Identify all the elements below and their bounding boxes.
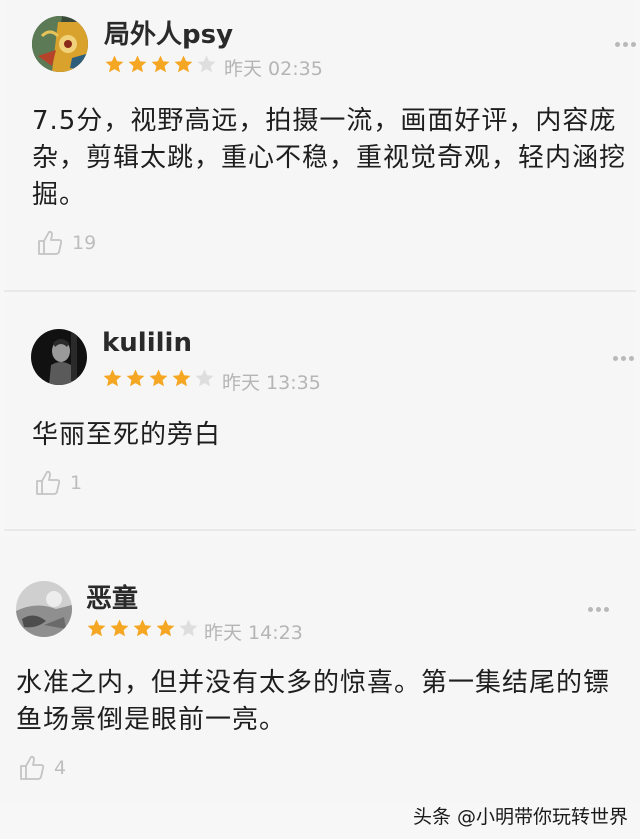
review-text-line: 水准之内，但并没有太多的惊喜。第一集结尾的镖: [16, 668, 611, 698]
like-button[interactable]: 19: [36, 229, 96, 257]
review-text-line: 华丽至死的旁白: [32, 420, 222, 450]
avatar[interactable]: [16, 581, 72, 637]
star-icon: [178, 618, 199, 639]
review-text: 7.5分，视野高远，拍摄一流，画面好评，内容庞 杂，剪辑太跳，重心不稳，重视觉奇…: [32, 103, 630, 214]
review-list-page: 局外人psy 昨天 02:35 7.5分，视野高远，拍摄一流，画面好评，内容庞 …: [0, 0, 640, 839]
more-options-button[interactable]: [588, 607, 609, 612]
like-count: 4: [54, 757, 67, 779]
watermark: 头条 @小明带你玩转世界: [412, 806, 628, 828]
thumbs-up-icon: [38, 230, 63, 255]
like-count: 1: [70, 472, 83, 494]
star-icon: [171, 368, 192, 389]
star-icon: [127, 54, 148, 75]
star-icon: [196, 54, 217, 75]
username[interactable]: 局外人psy: [104, 14, 233, 51]
star-icon: [86, 618, 107, 639]
divider: [4, 290, 636, 292]
review-card: 局外人psy 昨天 02:35 7.5分，视野高远，拍摄一流，画面好评，内容庞 …: [6, 0, 636, 290]
more-dots-icon: [588, 607, 593, 612]
rating-stars: [102, 368, 215, 389]
star-icon: [104, 54, 125, 75]
thumbs-up-icon: [36, 470, 61, 495]
more-dots-icon: [615, 42, 620, 47]
review-text: 华丽至死的旁白: [32, 417, 630, 454]
star-icon: [109, 618, 130, 639]
timestamp: 昨天 14:23: [204, 622, 303, 644]
avatar[interactable]: [32, 16, 88, 72]
star-icon: [132, 618, 153, 639]
review-text-line: 掘。: [32, 180, 87, 210]
like-button[interactable]: 1: [34, 469, 82, 497]
more-dots-icon: [613, 356, 618, 361]
star-icon: [148, 368, 169, 389]
star-icon: [155, 618, 176, 639]
review-text: 水准之内，但并没有太多的惊喜。第一集结尾的镖 鱼场景倒是眼前一亮。: [16, 665, 624, 739]
rating-stars: [104, 54, 217, 75]
like-count: 19: [72, 232, 97, 254]
review-card: kulilin 昨天 13:35 华丽至死的旁白 1: [4, 296, 634, 528]
like-button[interactable]: 4: [18, 754, 66, 782]
more-options-button[interactable]: [613, 356, 634, 361]
timestamp: 昨天 13:35: [222, 372, 321, 394]
username[interactable]: kulilin: [102, 328, 192, 358]
star-icon: [102, 368, 123, 389]
review-text-line: 鱼场景倒是眼前一亮。: [16, 705, 287, 735]
more-options-button[interactable]: [615, 42, 636, 47]
avatar[interactable]: [31, 329, 87, 385]
divider: [4, 529, 636, 531]
star-icon: [194, 368, 215, 389]
review-text-line: 杂，剪辑太跳，重心不稳，重视觉奇观，轻内涵挖: [32, 143, 627, 173]
star-icon: [150, 54, 171, 75]
star-icon: [173, 54, 194, 75]
review-card: 恶童 昨天 14:23 水准之内，但并没有太多的惊喜。第一集结尾的镖 鱼场景倒是…: [0, 536, 640, 804]
star-icon: [125, 368, 146, 389]
username[interactable]: 恶童: [86, 578, 138, 615]
timestamp: 昨天 02:35: [224, 58, 323, 80]
review-text-line: 7.5分，视野高远，拍摄一流，画面好评，内容庞: [32, 106, 617, 136]
thumbs-up-icon: [20, 755, 45, 780]
rating-stars: [86, 618, 199, 639]
